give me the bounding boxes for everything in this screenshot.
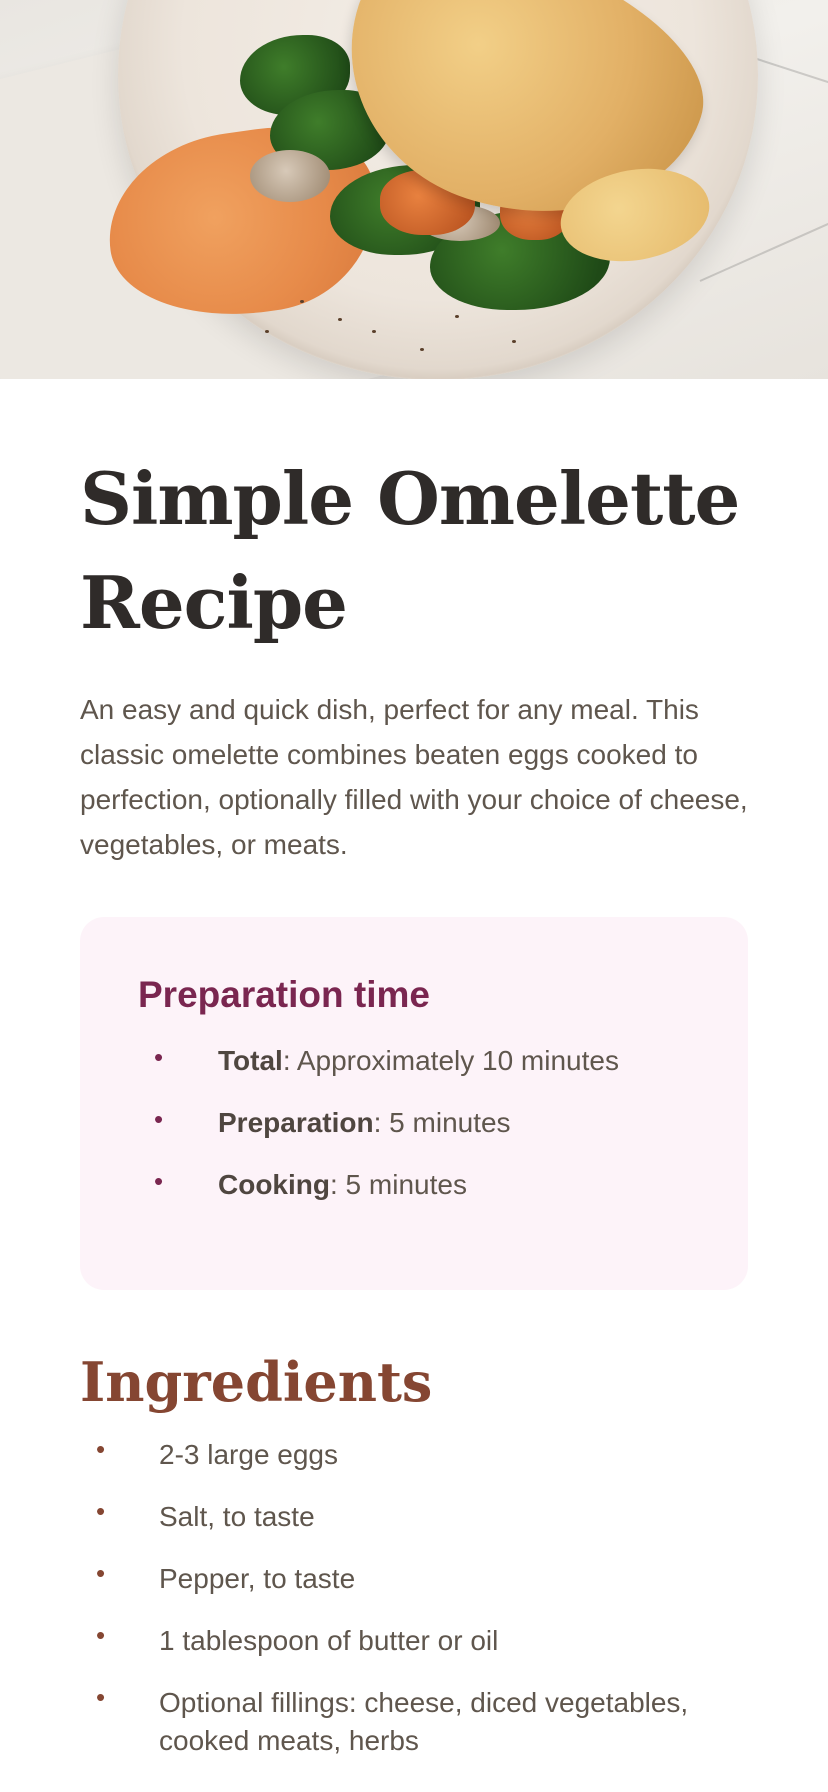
ingredient-item: • Optional fillings: cheese, diced veget… [80,1682,748,1760]
spice-speck [420,348,424,351]
ingredients-title: Ingredients [80,1350,433,1414]
prep-item-cooking: • Cooking: 5 minutes [138,1165,692,1205]
preparation-title: Preparation time [138,974,430,1015]
bullet-icon: • [154,1104,164,1134]
prep-item-value: : 5 minutes [330,1169,467,1200]
ingredient-text: Pepper, to taste [159,1563,356,1594]
bullet-icon: • [96,1496,106,1526]
ingredient-item: • Pepper, to taste [80,1558,748,1598]
bullet-icon: • [96,1682,106,1712]
prep-item-value: : 5 minutes [373,1107,511,1138]
prep-item-total: • Total: Approximately 10 minutes [138,1041,692,1081]
spice-speck [372,330,376,333]
prep-item-label: Cooking [218,1169,330,1200]
recipe-content: Simple Omelette Recipe An easy and quick… [0,447,828,1760]
bullet-icon: • [154,1042,164,1072]
ingredient-text: 1 tablespoon of butter or oil [159,1625,499,1656]
hero-image [0,0,828,379]
prep-item-label: Preparation [218,1107,374,1138]
spice-speck [300,300,304,303]
prep-item-preparation: • Preparation: 5 minutes [138,1103,692,1143]
bullet-icon: • [154,1166,164,1196]
prep-item-label: Total [218,1045,283,1076]
ingredient-item: • Salt, to taste [80,1496,748,1536]
preparation-list: • Total: Approximately 10 minutes • Prep… [138,1041,692,1205]
preparation-time-box: Preparation time • Total: Approximately … [80,917,748,1290]
ingredient-item: • 2-3 large eggs [80,1434,748,1474]
spice-speck [338,318,342,321]
spice-speck [265,330,269,333]
ingredient-item: • 1 tablespoon of butter or oil [80,1620,748,1660]
prep-item-value: : Approximately 10 minutes [282,1045,619,1076]
spice-speck [512,340,516,343]
bullet-icon: • [96,1558,106,1588]
bullet-icon: • [96,1620,106,1650]
ingredient-text: 2-3 large eggs [159,1439,339,1470]
recipe-title: Simple Omelette Recipe [80,456,740,645]
spice-speck [455,315,459,318]
ingredient-text: Salt, to taste [159,1501,315,1532]
recipe-intro: An easy and quick dish, perfect for any … [80,694,748,860]
ingredient-text: Optional fillings: cheese, diced vegetab… [159,1687,689,1756]
mushroom-slice [250,150,330,202]
marble-vein [699,215,828,282]
ingredients-list: • 2-3 large eggs • Salt, to taste • Pepp… [80,1434,748,1760]
bullet-icon: • [96,1434,106,1464]
